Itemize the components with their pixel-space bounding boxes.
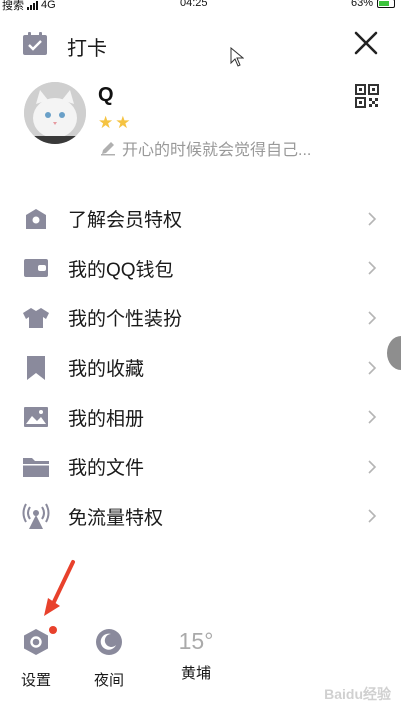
checkin-label[interactable]: 打卡	[67, 32, 107, 61]
annotation-arrow-icon	[44, 560, 75, 616]
menu-item-label: 我的收藏	[68, 359, 145, 381]
menu-item-files[interactable]: 我的文件	[0, 442, 401, 492]
crown-icon	[22, 205, 50, 233]
mouse-cursor-icon	[230, 47, 244, 67]
back-carrier[interactable]: 搜索	[2, 0, 24, 13]
antenna-icon	[22, 502, 50, 530]
signature-text: 开心的时候就会觉得自己...	[122, 142, 312, 159]
drawer-menu: 了解会员特权 我的QQ钱包 我的个性装扮 我的收藏 我的相册 我的文件 免流量特…	[0, 194, 401, 541]
menu-item-favorites[interactable]: 我的收藏	[0, 343, 401, 393]
level-stars[interactable]: ★ ★	[98, 113, 131, 133]
close-icon[interactable]	[353, 30, 379, 56]
chevron-right-icon	[368, 509, 377, 523]
menu-item-label: 了解会员特权	[68, 210, 183, 232]
watermark: Baidu经验	[324, 686, 391, 702]
menu-item-vip[interactable]: 了解会员特权	[0, 194, 401, 244]
signal-icon	[27, 0, 38, 10]
shirt-icon	[22, 304, 50, 332]
signature[interactable]: 开心的时候就会觉得自己...	[100, 136, 311, 160]
status-bar: 搜索 4G 04:25 63%	[0, 0, 401, 12]
status-right: 63%	[351, 0, 395, 9]
menu-item-free-data[interactable]: 免流量特权	[0, 492, 401, 542]
night-mode-button[interactable]: 夜间	[86, 628, 132, 690]
temperature: 15°	[178, 628, 214, 654]
menu-item-label: 免流量特权	[68, 507, 164, 529]
hexagon-settings-icon	[24, 629, 48, 655]
chevron-right-icon	[368, 311, 377, 325]
calendar-check-icon[interactable]	[22, 32, 48, 56]
drawer-topbar: 打卡	[0, 24, 401, 64]
network-type: 4G	[41, 0, 56, 11]
chevron-right-icon	[368, 361, 377, 375]
chevron-right-icon	[368, 261, 377, 275]
moon-icon	[96, 629, 122, 655]
profile-section: Q ★ ★ 开心的时候就会觉得自己...	[0, 82, 401, 162]
menu-item-theme[interactable]: 我的个性装扮	[0, 293, 401, 343]
menu-item-label: 我的相册	[68, 408, 145, 430]
bookmark-icon	[22, 354, 50, 382]
menu-item-label: 我的QQ钱包	[68, 259, 174, 281]
night-label: 夜间	[93, 672, 124, 689]
pencil-icon	[101, 142, 115, 156]
menu-item-label: 我的文件	[68, 458, 145, 480]
avatar[interactable]	[24, 82, 86, 144]
battery-percent: 63%	[350, 0, 373, 9]
star-icon: ★	[115, 113, 131, 132]
location-label: 黄埔	[180, 665, 211, 682]
clock: 04:25	[180, 0, 208, 9]
star-icon: ★	[98, 113, 114, 132]
chevron-right-icon	[368, 460, 377, 474]
chevron-right-icon	[368, 212, 377, 226]
qr-code-icon[interactable]	[355, 84, 379, 108]
status-left: 搜索 4G	[2, 0, 56, 13]
username[interactable]: Q	[98, 84, 114, 107]
menu-item-label: 我的个性装扮	[68, 309, 183, 331]
wallet-icon	[22, 254, 50, 282]
folder-icon	[22, 453, 50, 481]
weather-widget[interactable]: 15° 黄埔	[166, 628, 226, 683]
menu-item-wallet[interactable]: 我的QQ钱包	[0, 244, 401, 294]
settings-button[interactable]: 设置	[14, 626, 58, 690]
chevron-right-icon	[368, 410, 377, 424]
battery-icon	[377, 0, 395, 8]
menu-item-album[interactable]: 我的相册	[0, 392, 401, 442]
notification-dot	[49, 626, 57, 634]
settings-label: 设置	[20, 672, 51, 689]
photo-icon	[22, 403, 50, 431]
